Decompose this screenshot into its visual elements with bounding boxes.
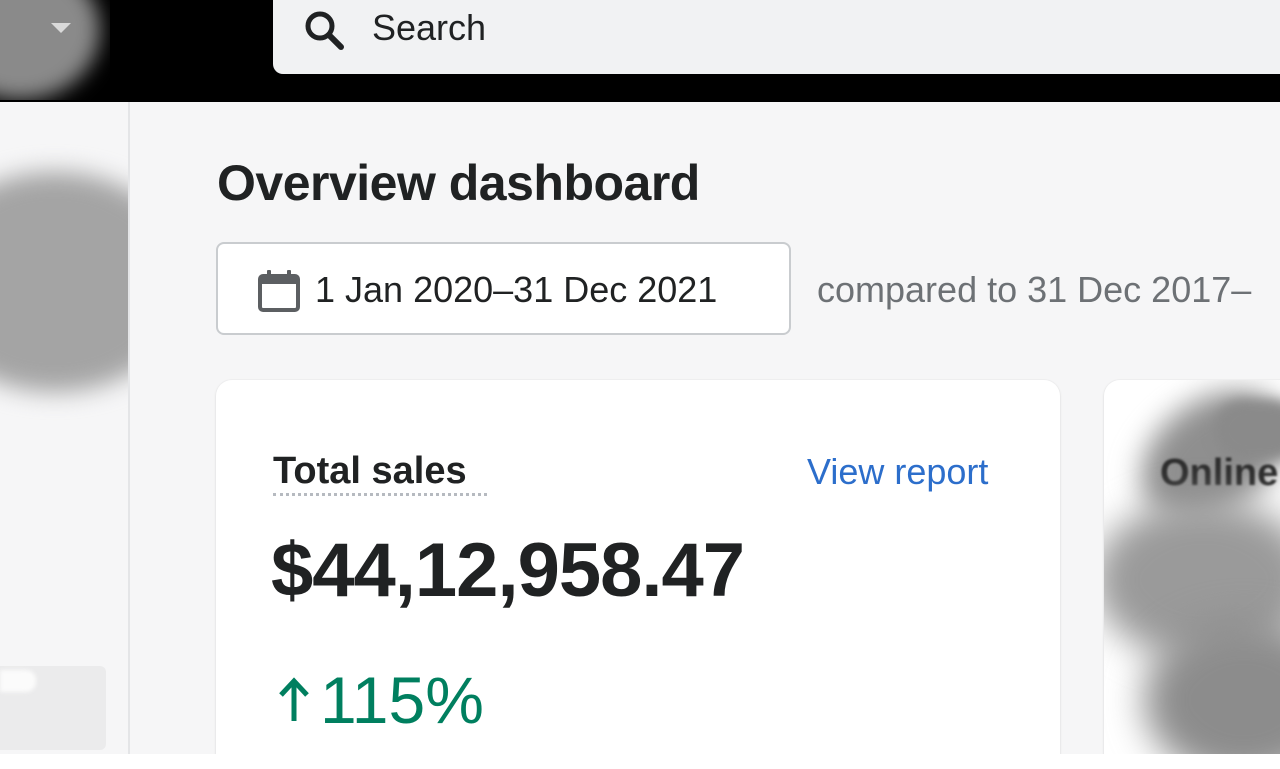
search-bar[interactable]: Search bbox=[273, 0, 1280, 74]
online-store-title[interactable]: Online bbox=[1160, 450, 1278, 496]
top-bar: Search bbox=[0, 0, 1280, 102]
change-percentage: 115% bbox=[320, 663, 484, 737]
online-store-card: Online bbox=[1104, 380, 1280, 754]
up-arrow-icon bbox=[279, 677, 309, 721]
calendar-icon bbox=[258, 270, 300, 312]
comparison-period-text: compared to 31 Dec 2017– bbox=[817, 269, 1252, 310]
caret-down-icon[interactable] bbox=[51, 23, 71, 33]
bottom-edge bbox=[0, 754, 1280, 769]
sidebar-nav-blurred bbox=[0, 172, 128, 392]
title-dotted-underline bbox=[273, 493, 487, 496]
total-sales-card: Total sales View report $44,12,958.47 11… bbox=[216, 380, 1060, 754]
sidebar bbox=[0, 102, 130, 754]
sidebar-item-highlight bbox=[0, 670, 36, 692]
app-window: Search Overview dashboard 1 Jan 2020–31 … bbox=[0, 0, 1280, 754]
view-report-link[interactable]: View report bbox=[807, 450, 988, 494]
search-input[interactable]: Search bbox=[372, 6, 486, 50]
total-sales-title[interactable]: Total sales bbox=[273, 448, 467, 494]
date-range-button[interactable]: 1 Jan 2020–31 Dec 2021 bbox=[216, 242, 791, 335]
search-icon bbox=[305, 11, 344, 50]
page-title: Overview dashboard bbox=[217, 155, 700, 211]
store-switcher[interactable] bbox=[0, 0, 110, 100]
total-sales-change: 115% bbox=[276, 662, 484, 738]
sidebar-item-selected[interactable] bbox=[0, 666, 106, 750]
store-logo-blurred bbox=[0, 0, 100, 100]
date-range-label: 1 Jan 2020–31 Dec 2021 bbox=[315, 269, 718, 310]
total-sales-value: $44,12,958.47 bbox=[271, 528, 745, 613]
